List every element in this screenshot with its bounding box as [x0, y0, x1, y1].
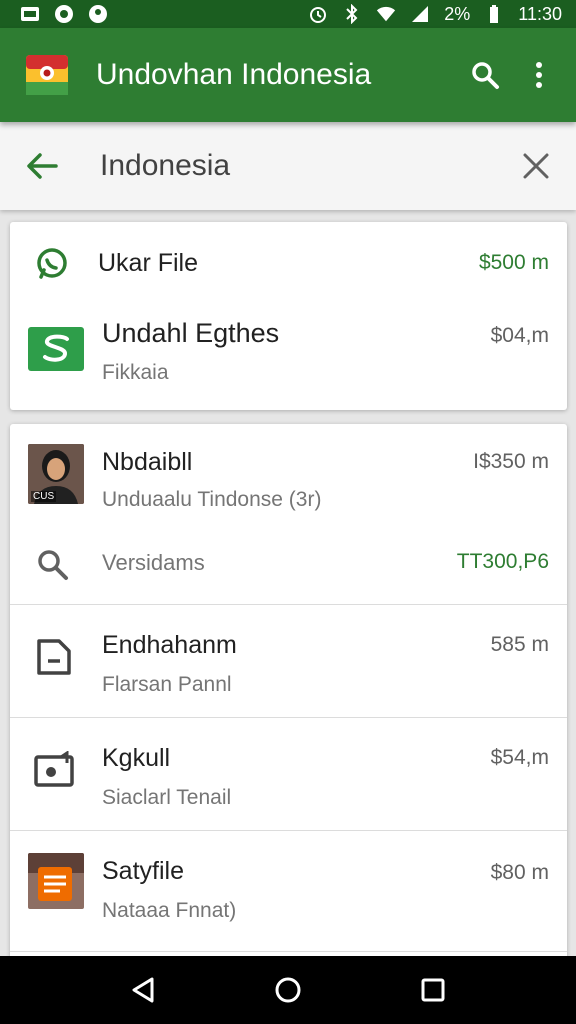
- item-size: $80 m: [490, 861, 549, 884]
- app-notification-icon: [20, 4, 40, 24]
- item-size: I$350 m: [473, 450, 549, 473]
- nav-home-button[interactable]: [266, 968, 310, 1012]
- item-subtitle: Flarsan Pannl: [102, 673, 232, 696]
- nav-recents-button[interactable]: [411, 968, 455, 1012]
- item-size: 585 m: [490, 633, 549, 656]
- list-item[interactable]: Kgkull Siaclarl Tenail $54,m: [10, 718, 567, 830]
- item-size: TT300,P6: [456, 550, 549, 573]
- divider: [10, 951, 567, 952]
- thumbnail-label: CUS: [31, 491, 57, 502]
- item-subtitle: Fikkaia: [102, 361, 169, 384]
- item-subtitle: Unduaalu Tindonse (3r): [102, 488, 322, 511]
- search-button[interactable]: [462, 52, 508, 98]
- status-right-icons: 2% 11:30: [308, 4, 562, 25]
- green-app-icon: [28, 327, 84, 371]
- person-photo-thumbnail: CUS: [28, 444, 84, 504]
- cell-signal-icon: [410, 4, 430, 24]
- item-title: Versidams: [102, 550, 205, 575]
- search-icon: [472, 62, 499, 89]
- item-title: Undahl Egthes: [102, 318, 280, 348]
- item-title: Endhahanm: [102, 631, 237, 659]
- battery-percent: 2%: [444, 3, 471, 24]
- list-item[interactable]: Ukar File $500 m: [10, 222, 567, 306]
- app-bar: Undovhan Indonesia: [0, 28, 576, 122]
- close-icon: [523, 153, 549, 179]
- arrow-back-icon: [27, 153, 58, 179]
- clear-search-button[interactable]: [514, 144, 558, 188]
- list-item[interactable]: Versidams TT300,P6: [10, 528, 567, 604]
- list-item[interactable]: Satyfile Nataaa Fnnat) $80 m: [10, 831, 567, 951]
- recents-square-icon: [421, 978, 445, 1002]
- list-item[interactable]: CUS Nbdaibll Unduaalu Tindonse (3r) I$35…: [10, 424, 567, 528]
- whatsapp-icon: [32, 244, 72, 284]
- item-size: $500 m: [478, 251, 549, 274]
- search-input[interactable]: Indonesia: [100, 149, 514, 183]
- notes-app-thumbnail: [28, 853, 84, 909]
- list-item[interactable]: Undahl Egthes Fikkaia $04,m: [10, 306, 567, 410]
- document-icon: [34, 635, 74, 679]
- back-button[interactable]: [22, 146, 62, 186]
- item-subtitle: Nataaa Fnnat): [102, 899, 237, 922]
- status-left-icons: [20, 4, 108, 24]
- bluetooth-icon: [342, 4, 362, 24]
- search-bar: Indonesia: [0, 122, 576, 210]
- more-vert-icon: [536, 62, 542, 88]
- item-title: Nbdaibll: [102, 448, 193, 476]
- clock: 11:30: [518, 3, 562, 24]
- system-nav-bar: [0, 956, 576, 1024]
- item-subtitle: Siaclarl Tenail: [102, 786, 232, 809]
- whatsapp-notification-icon: [54, 4, 74, 24]
- wifi-icon: [376, 4, 396, 24]
- overflow-menu-button[interactable]: [516, 52, 562, 98]
- search-icon: [34, 546, 70, 582]
- image-file-icon: [32, 750, 76, 792]
- results-card-top: Ukar File $500 m Undahl Egthes Fikkaia $…: [10, 222, 567, 410]
- back-triangle-icon: [132, 977, 154, 1003]
- item-title: Satyfile: [102, 857, 184, 885]
- results-card-list: CUS Nbdaibll Unduaalu Tindonse (3r) I$35…: [10, 424, 567, 964]
- item-size: $04,m: [490, 324, 549, 347]
- item-title: Kgkull: [102, 744, 171, 772]
- home-circle-icon: [275, 977, 301, 1003]
- battery-icon: [484, 4, 504, 24]
- app-logo-icon: [26, 55, 68, 95]
- nav-back-button[interactable]: [121, 968, 165, 1012]
- status-bar: 2% 11:30: [0, 0, 576, 28]
- item-title: Ukar File: [98, 249, 199, 277]
- list-item[interactable]: Endhahanm Flarsan Pannl 585 m: [10, 605, 567, 717]
- app-title: Undovhan Indonesia: [96, 58, 372, 91]
- alarm-icon: [308, 4, 328, 24]
- item-size: $54,m: [490, 746, 549, 769]
- media-notification-icon: [88, 4, 108, 24]
